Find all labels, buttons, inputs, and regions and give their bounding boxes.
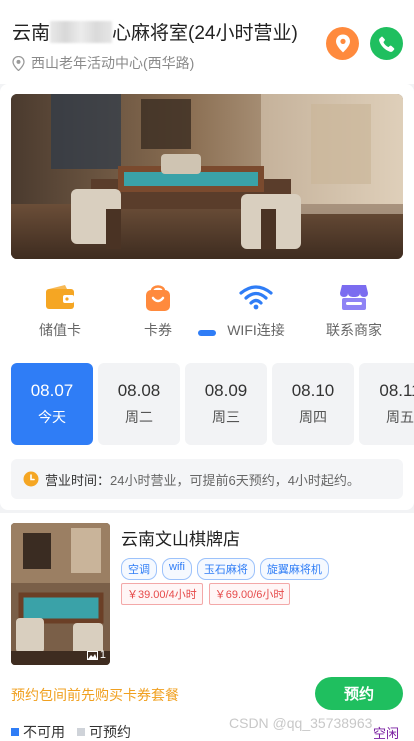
- room-tags: 空调 wifi 玉石麻将 旋翼麻将机: [121, 558, 329, 580]
- legend-idle: 空闲: [373, 726, 400, 741]
- quick-action-label: 联系商家: [326, 322, 382, 338]
- legend-available: 可预约: [77, 722, 131, 741]
- hours-text: 24小时营业，可提前6天预约，4小时起约。: [110, 472, 360, 488]
- room-tag: 旋翼麻将机: [259, 558, 329, 580]
- room-photo-carousel[interactable]: [11, 94, 403, 259]
- quick-action-label: WIFI连接: [227, 322, 285, 338]
- date-value: 08.09: [204, 381, 248, 400]
- phone-icon: [378, 36, 394, 52]
- hours-label: 营业时间：: [45, 472, 111, 488]
- date-tab[interactable]: 08.08 周二: [98, 363, 180, 445]
- clock-icon: [23, 471, 39, 487]
- legend-label: 不可用: [23, 724, 65, 740]
- date-weekday: 周五: [386, 409, 414, 425]
- legend-swatch: [77, 728, 85, 736]
- coupon-bag-icon: [146, 285, 170, 311]
- call-button[interactable]: [370, 27, 403, 60]
- date-weekday: 周二: [125, 409, 153, 425]
- date-tab[interactable]: 08.10 周四: [272, 363, 354, 445]
- shop-title-prefix: 云南: [12, 23, 51, 44]
- availability-legend: 不可用 可预约: [11, 722, 131, 741]
- date-tab[interactable]: 08.11 周五: [359, 363, 414, 445]
- book-button[interactable]: 预约: [315, 677, 403, 710]
- shop-header: 云南 心麻将室(24小时营业) 西山老年活动中心(西华路): [0, 0, 414, 84]
- price-tag: ￥69.00/6小时: [208, 583, 291, 605]
- stored-value-card-button[interactable]: 储值卡: [15, 280, 105, 340]
- date-value: 08.08: [117, 381, 161, 400]
- shop-title: 云南 心麻将室(24小时营业): [12, 18, 298, 45]
- shop-title-suffix: 心麻将室(24小时营业): [112, 23, 298, 44]
- price-tag: ￥39.00/4小时: [121, 583, 203, 605]
- date-weekday: 今天: [38, 409, 66, 425]
- shop-main-card: 储值卡 卡券 WIFI连接 联系商家 08.07 今天 08.08 周二 08.…: [0, 84, 414, 510]
- date-value: 08.07: [30, 381, 74, 400]
- legend-swatch: [11, 728, 19, 736]
- map-pin-icon: [335, 34, 350, 53]
- address-text: 西山老年活动中心(西华路): [31, 55, 195, 71]
- date-tab[interactable]: 08.09 周三: [185, 363, 267, 445]
- navigate-button[interactable]: [326, 27, 359, 60]
- coupon-button[interactable]: 卡券: [113, 280, 203, 340]
- legend-label: 可预约: [89, 724, 131, 740]
- room-tag: 空调: [121, 558, 157, 580]
- contact-merchant-button[interactable]: 联系商家: [309, 280, 399, 340]
- date-weekday: 周四: [299, 409, 327, 425]
- wifi-connect-button[interactable]: WIFI连接: [211, 280, 301, 340]
- room-thumbnail[interactable]: 1: [11, 523, 110, 665]
- shop-address[interactable]: 西山老年活动中心(西华路): [12, 53, 194, 73]
- room-name: 云南文山棋牌店: [121, 530, 240, 549]
- date-tab[interactable]: 08.07 今天: [11, 363, 93, 445]
- date-weekday: 周三: [212, 409, 240, 425]
- watermark: CSDN @qq_35738963: [229, 715, 373, 731]
- room-prices: ￥39.00/4小时 ￥69.00/6小时: [121, 583, 291, 605]
- quick-action-label: 卡券: [144, 322, 172, 338]
- image-count-value: 1: [99, 649, 106, 661]
- image-icon: [86, 650, 98, 660]
- room-card: 1 云南文山棋牌店 空调 wifi 玉石麻将 旋翼麻将机 ￥39.00/4小时 …: [0, 513, 414, 741]
- business-hours: 营业时间： 24小时营业，可提前6天预约，4小时起约。: [11, 459, 403, 499]
- blurred-text: [50, 21, 113, 43]
- location-pin-icon: [12, 55, 25, 71]
- room-tag: 玉石麻将: [196, 558, 255, 580]
- booking-note[interactable]: 预约包间前先购买卡券套餐: [11, 685, 179, 705]
- room-photo: [11, 94, 403, 259]
- date-value: 08.11: [379, 381, 414, 400]
- legend-unavailable: 不可用: [11, 722, 65, 741]
- room-thumbnail-photo: [11, 523, 110, 665]
- store-icon: [340, 285, 368, 310]
- quick-action-label: 储值卡: [39, 322, 81, 338]
- image-count: 1: [86, 649, 106, 661]
- date-selector: 08.07 今天 08.08 周二 08.09 周三 08.10 周四 08.1…: [0, 363, 414, 445]
- wallet-icon: [46, 285, 74, 309]
- date-value: 08.10: [291, 381, 335, 400]
- wifi-icon: [239, 285, 273, 310]
- room-tag: wifi: [162, 558, 192, 580]
